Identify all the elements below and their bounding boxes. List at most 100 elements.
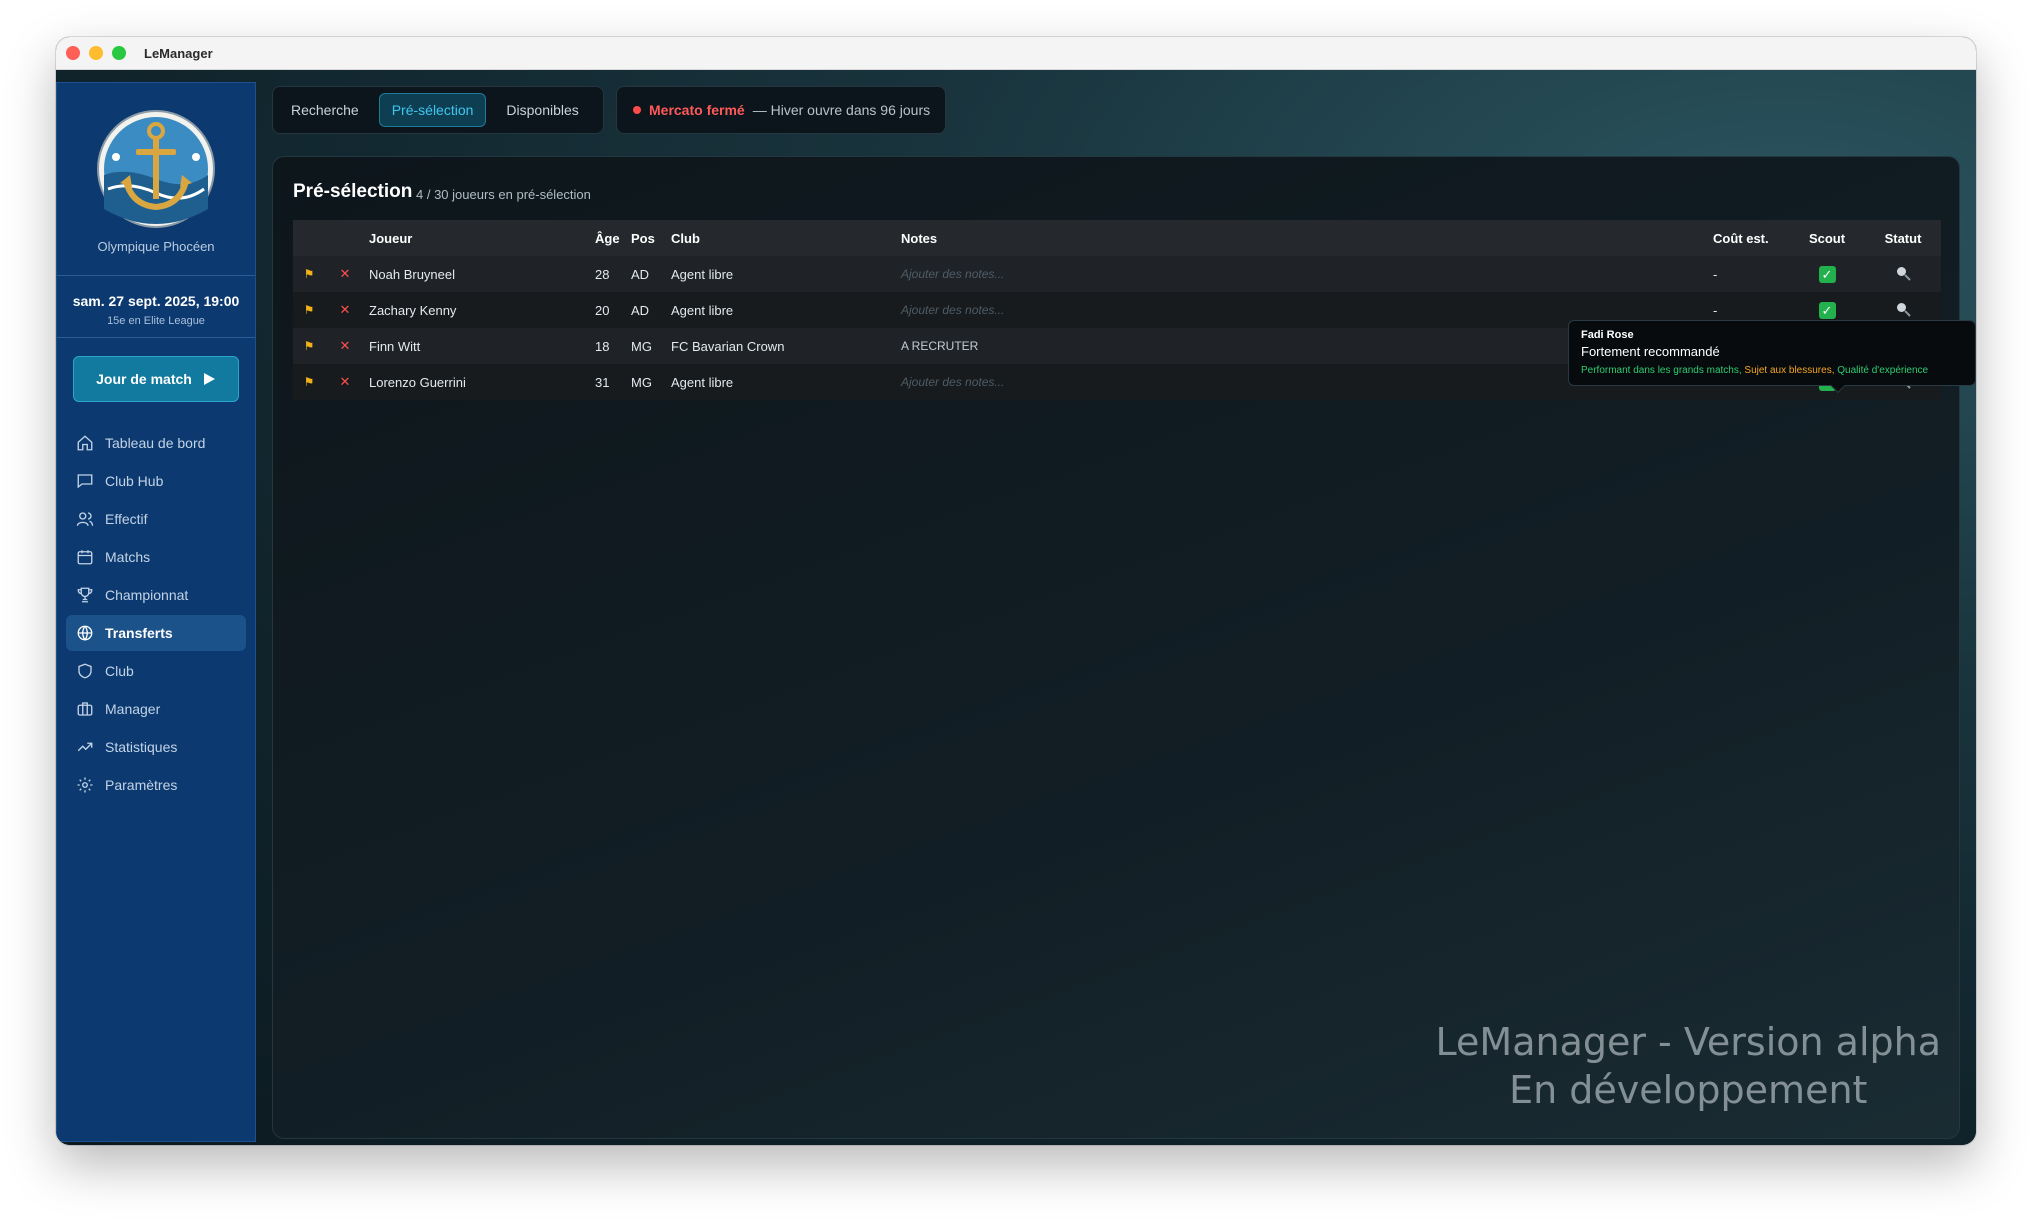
player-age: 20 — [595, 302, 610, 318]
magnifier-icon — [1897, 266, 1911, 281]
window-controls — [66, 46, 126, 60]
tooltip-tag: Performant dans les grands matchs, — [1581, 365, 1742, 376]
tab-search[interactable]: Recherche — [279, 94, 371, 126]
globe-icon — [77, 625, 93, 641]
player-name[interactable]: Noah Bruyneel — [365, 256, 591, 292]
matchday-label: Jour de match — [96, 371, 192, 387]
header-remove — [325, 220, 365, 256]
close-window-button[interactable] — [66, 46, 80, 60]
watermark-line-2: En développement — [1509, 1068, 1868, 1112]
mercato-info: — Hiver ouvre dans 96 jours — [752, 102, 931, 118]
sidebar-item-matches[interactable]: Matchs — [66, 539, 246, 575]
player-club: FC Bavarian Crown — [671, 338, 785, 354]
player-pos: AD — [631, 266, 650, 282]
status-cell[interactable] — [1865, 256, 1941, 292]
tab-shortlist[interactable]: Pré-sélection — [378, 93, 487, 127]
table-header-row: Joueur Âge Pos Club Notes Coût est. Scou… — [293, 220, 1941, 256]
remove-icon[interactable]: ✕ — [325, 364, 365, 400]
sidebar-item-league[interactable]: Championnat — [66, 577, 246, 613]
sidebar-divider — [57, 275, 255, 276]
shortlist-panel: Pré-sélection 4 / 30 joueurs en pré-séle… — [272, 156, 1960, 1139]
player-club: Agent libre — [671, 302, 734, 318]
sidebar-item-label: Paramètres — [105, 777, 178, 793]
game-date: sam. 27 sept. 2025, 19:00 — [72, 293, 240, 309]
status-dot-icon — [633, 106, 641, 114]
flag-icon[interactable]: ⚑ — [293, 292, 325, 328]
matchday-button[interactable]: Jour de match — [73, 356, 239, 402]
tooltip-tag: Sujet aux blessures, — [1744, 365, 1835, 376]
sidebar-item-squad[interactable]: Effectif — [66, 501, 246, 537]
magnifier-icon — [1897, 302, 1911, 317]
sidebar-item-club-hub[interactable]: Club Hub — [66, 463, 246, 499]
player-name[interactable]: Finn Witt — [365, 328, 591, 364]
mercato-closed-label: Mercato fermé — [649, 102, 745, 118]
tab-available[interactable]: Disponibles — [494, 94, 590, 126]
trend-icon — [77, 742, 93, 752]
maximize-window-button[interactable] — [112, 46, 126, 60]
league-position: 15e en Elite League — [107, 315, 205, 327]
sidebar-item-label: Championnat — [105, 587, 189, 603]
sidebar-item-label: Manager — [105, 701, 161, 717]
message-icon — [77, 474, 93, 489]
check-icon: ✓ — [1818, 265, 1836, 283]
app-window: LeManager Olympique Phocéen sam. 27 sept… — [56, 37, 1976, 1145]
header-player[interactable]: Joueur — [365, 220, 591, 256]
sidebar-item-label: Club Hub — [105, 473, 164, 489]
play-icon — [203, 373, 215, 385]
page-title: Pré-sélection — [293, 181, 413, 202]
tooltip-recommendation: Fortement recommandé — [1581, 344, 1720, 359]
sidebar-item-club[interactable]: Club — [66, 653, 246, 689]
player-pos: MG — [631, 374, 652, 390]
remove-icon[interactable]: ✕ — [325, 328, 365, 364]
sidebar-item-manager[interactable]: Manager — [66, 691, 246, 727]
flag-icon[interactable]: ⚑ — [293, 328, 325, 364]
minimize-window-button[interactable] — [89, 46, 103, 60]
player-club: Agent libre — [671, 374, 734, 390]
header-flag — [293, 220, 325, 256]
header-cost[interactable]: Coût est. — [1709, 220, 1789, 256]
player-cost: - — [1713, 266, 1718, 282]
player-name[interactable]: Lorenzo Guerrini — [365, 364, 591, 400]
calendar-icon — [77, 550, 93, 565]
sidebar-item-label: Transferts — [105, 625, 173, 641]
notes-input[interactable]: Ajouter des notes... — [897, 256, 1709, 292]
users-icon — [76, 512, 94, 526]
player-age: 31 — [595, 374, 610, 390]
watermark-line-1: LeManager - Version alpha — [1435, 1020, 1941, 1064]
header-age[interactable]: Âge — [591, 220, 627, 256]
header-scout[interactable]: Scout — [1789, 220, 1865, 256]
player-club: Agent libre — [671, 266, 734, 282]
sidebar-divider — [57, 337, 255, 338]
mercato-status: Mercato fermé — Hiver ouvre dans 96 jour… — [616, 86, 946, 134]
tooltip-scout-name: Fadi Rose — [1581, 329, 1634, 341]
sidebar-item-label: Statistiques — [105, 739, 178, 755]
sidebar: Olympique Phocéen sam. 27 sept. 2025, 19… — [56, 82, 256, 1142]
header-club[interactable]: Club — [667, 220, 897, 256]
flag-icon[interactable]: ⚑ — [293, 256, 325, 292]
version-watermark: LeManager - Version alpha En développeme… — [1436, 1018, 1941, 1114]
club-name: Olympique Phocéen — [97, 239, 215, 254]
remove-icon[interactable]: ✕ — [325, 256, 365, 292]
sidebar-item-dashboard[interactable]: Tableau de bord — [66, 425, 246, 461]
remove-icon[interactable]: ✕ — [325, 292, 365, 328]
player-age: 28 — [595, 266, 610, 282]
table-row[interactable]: ⚑ ✕ Noah Bruyneel 28 AD Agent libre Ajou… — [293, 256, 1941, 292]
scout-check: ✓ — [1789, 256, 1865, 292]
player-age: 18 — [595, 338, 610, 354]
briefcase-icon — [77, 702, 93, 716]
player-name[interactable]: Zachary Kenny — [365, 292, 591, 328]
sidebar-item-settings[interactable]: Paramètres — [66, 767, 246, 803]
sidebar-item-label: Matchs — [105, 549, 151, 565]
app-content: Olympique Phocéen sam. 27 sept. 2025, 19… — [56, 70, 1976, 1145]
flag-icon[interactable]: ⚑ — [293, 364, 325, 400]
trophy-icon — [77, 587, 93, 603]
sidebar-item-transfers[interactable]: Transferts — [66, 615, 246, 651]
check-icon: ✓ — [1818, 301, 1836, 319]
sidebar-item-label: Effectif — [105, 511, 148, 527]
header-pos[interactable]: Pos — [627, 220, 667, 256]
title-bar: LeManager — [56, 37, 1976, 70]
header-status[interactable]: Statut — [1865, 220, 1941, 256]
sidebar-item-statistics[interactable]: Statistiques — [66, 729, 246, 765]
shortlist-count: 4 / 30 joueurs en pré-sélection — [416, 187, 591, 202]
tooltip-tag: Qualité d'expérience — [1837, 365, 1929, 376]
